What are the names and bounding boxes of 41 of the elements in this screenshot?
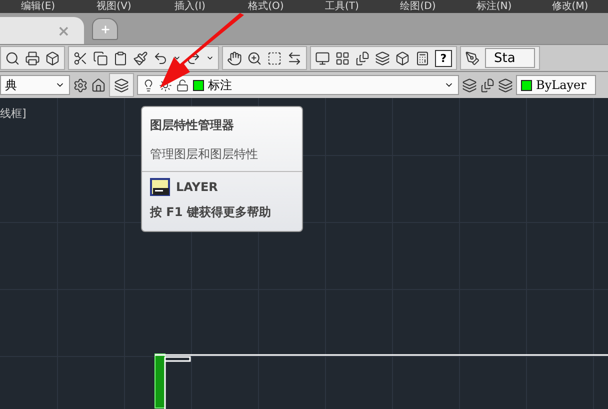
tooltip-title: 图层特性管理器 (149, 117, 235, 134)
command-name: LAYER (176, 180, 218, 194)
house-icon[interactable] (91, 78, 106, 92)
zoom-window-icon[interactable] (267, 50, 282, 66)
workspace-dropdown[interactable]: 典 (0, 75, 70, 95)
clipboard-icon[interactable] (113, 50, 128, 66)
window-icon (150, 178, 170, 196)
menu-item[interactable]: 插入(I) (152, 0, 228, 13)
new-tab-button[interactable] (92, 18, 118, 40)
menu-item[interactable]: 修改(M) (532, 0, 608, 13)
lightbulb-icon[interactable] (142, 78, 155, 92)
printer-icon[interactable] (25, 50, 40, 66)
tooltip-description: 管理图层和图层特性 (149, 146, 259, 163)
copy-icon[interactable] (93, 50, 108, 66)
zoom-icon[interactable] (247, 50, 262, 66)
hand-icon[interactable] (227, 50, 242, 66)
sun-icon[interactable] (159, 78, 172, 92)
viewport-label: 线框] (0, 106, 26, 121)
layer-stack-icon[interactable] (462, 78, 477, 92)
plus-icon (100, 24, 110, 34)
menu-item[interactable]: 视图(V) (76, 0, 152, 13)
caret-icon[interactable] (206, 54, 214, 62)
color-dropdown[interactable]: ByLayer (516, 75, 596, 95)
menu-item[interactable]: 格式(O) (228, 0, 304, 13)
cut-icon[interactable] (73, 50, 88, 66)
menu-item[interactable]: 绘图(D) (380, 0, 456, 13)
cube-icon[interactable] (45, 50, 60, 66)
layer-dropdown[interactable]: 标注 (137, 75, 459, 95)
menu-item[interactable]: 编辑(E) (0, 0, 76, 13)
help-hint: 按 F1 键获得更多帮助 (148, 204, 272, 221)
menu-item[interactable]: 标注(N) (456, 0, 532, 13)
gear-icon[interactable] (73, 78, 88, 92)
menu-item[interactable]: 工具(T) (304, 0, 380, 13)
undo-icon[interactable] (153, 50, 168, 66)
calculator-icon[interactable] (415, 50, 430, 66)
unlocked-icon[interactable] (176, 78, 189, 92)
help-button[interactable]: ? (435, 50, 452, 66)
text-style-button[interactable]: Sta (485, 48, 535, 68)
brush-icon[interactable] (133, 50, 148, 66)
layer-properties-icon[interactable] (114, 78, 129, 92)
layer-states-icon[interactable] (498, 78, 513, 92)
